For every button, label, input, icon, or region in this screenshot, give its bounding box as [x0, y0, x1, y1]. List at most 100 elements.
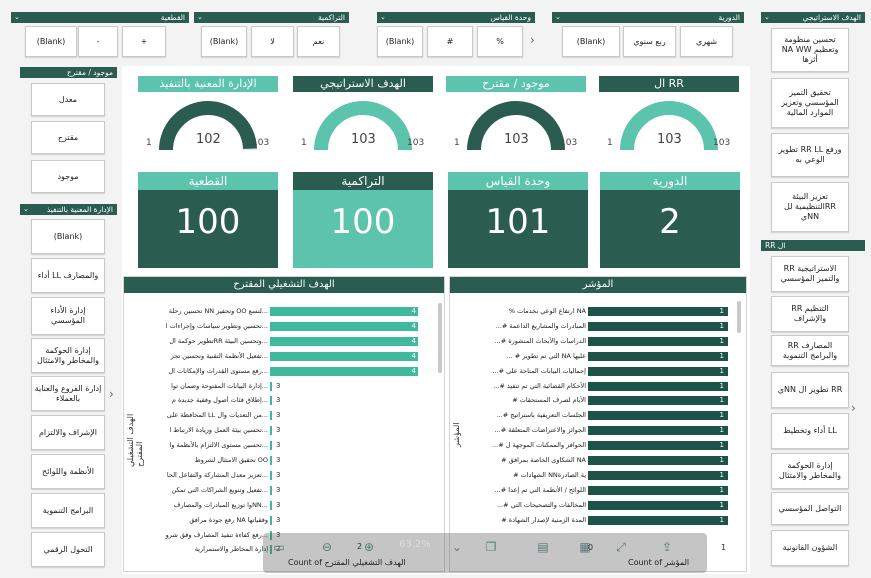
slicer-item-dept-9[interactable]: التحول الرقمي [31, 532, 105, 567]
objective-bar[interactable] [270, 441, 272, 451]
slicer-header-strategic-goal[interactable]: ⌄ الهدف الاستراتيجي [761, 12, 865, 23]
slicer-item-minus[interactable]: - [78, 26, 118, 57]
objective-bar[interactable] [270, 321, 418, 331]
slicer-item-dept-2[interactable]: والمصارف LL أداء [31, 258, 105, 293]
slicer-header-rr[interactable]: ال RR [761, 240, 865, 251]
slicer-item-blank[interactable]: (Blank) [201, 26, 247, 57]
indicator-bar[interactable] [588, 396, 728, 406]
slicer-item-dept-1[interactable]: (Blank) [31, 219, 105, 254]
indicator-bar[interactable] [588, 485, 728, 495]
expand-icon[interactable]: ⤢ [613, 539, 629, 555]
slicer-item-rr-8[interactable]: الشؤون القانونية [771, 530, 849, 566]
slicer-item-goal-2[interactable]: تحقيق التميز المؤسسي وتعزيز الموارد الما… [771, 78, 849, 128]
indicator-bar[interactable] [588, 456, 728, 465]
slicer-item-blank[interactable]: (Blank) [377, 26, 423, 57]
slicer-item-percent[interactable]: % [477, 26, 523, 57]
slicer-item-rr-3[interactable]: المصارف RR والبرامج التنموية [771, 335, 849, 366]
zoom-out-icon[interactable]: ⊖ [319, 539, 335, 555]
chevron-down-icon[interactable]: ⌄ [23, 204, 29, 215]
slicer-item-goal-4[interactable]: تعزيز البيئة RRالتنظيمية لل NNي [771, 182, 849, 232]
scrollbar[interactable] [737, 301, 741, 333]
objective-panel-title: الهدف التشغيلي المقترح [124, 277, 444, 293]
slicer-item-rr-5[interactable]: LL أداء وتخطيط [771, 413, 849, 449]
indicator-bar[interactable] [588, 351, 728, 361]
gauge-max: 103 [407, 138, 425, 148]
objective-bar[interactable] [270, 381, 272, 391]
slicer-item-modified[interactable]: معدل [31, 83, 105, 116]
chevron-down-icon[interactable]: ⌄ [764, 12, 770, 23]
slicer-item-goal-1[interactable]: تحسين منظومة وتعظيم NA WW أثرها [771, 28, 849, 72]
slicer-item-rr-2[interactable]: التنظيم RR والإشراف [771, 296, 849, 332]
slicer-header-tarakumiyya[interactable]: ⌄ التراكمية [194, 12, 349, 23]
gauge-card: موجود / مقترح 1 103 103 [446, 76, 586, 164]
slicer-item-plus[interactable]: + [122, 26, 166, 57]
indicator-bar[interactable] [588, 336, 728, 346]
slicer-item-no[interactable]: لا [251, 26, 294, 57]
objective-bar[interactable] [270, 426, 272, 436]
slicer-item-rr-6[interactable]: إدارة الحوكمة والمخاطر والامتثال [771, 453, 849, 489]
fit-icon[interactable]: ▭ [271, 539, 287, 555]
slicer-item-dept-5[interactable]: إدارة الفروع والعناية بالعملاء [31, 376, 105, 411]
indicator-bar[interactable] [588, 411, 728, 421]
slicer-header-wahdat[interactable]: ⌄ وحدة القياس [377, 12, 535, 23]
slicer-item-proposed[interactable]: مقترح [31, 121, 105, 154]
slicer-header-department[interactable]: ⌄ الإدارة المعنية بالتنفيذ [20, 204, 117, 215]
indicator-bar[interactable] [588, 307, 728, 316]
chevron-right-icon[interactable]: › [530, 33, 535, 47]
objective-bar[interactable] [270, 470, 272, 480]
indicator-bar[interactable] [588, 366, 728, 376]
objective-bar[interactable] [270, 336, 418, 346]
page-icon[interactable]: ▤ [535, 539, 551, 555]
objective-row-label: إدارة المخاطر والاستمرارية [194, 545, 268, 554]
objective-bar[interactable] [270, 396, 272, 406]
chevron-down-icon[interactable]: ⌄ [555, 12, 561, 23]
indicator-bar[interactable] [588, 426, 728, 436]
zoom-in-icon[interactable]: ⊕ [361, 539, 377, 555]
chevron-right-icon[interactable]: › [109, 387, 114, 401]
objective-bar[interactable] [270, 515, 272, 525]
slicer-item-yes[interactable]: نعم [297, 26, 340, 57]
slicer-item-blank[interactable]: (Blank) [25, 26, 77, 57]
slicer-item-dept-3[interactable]: إدارة الأداء المؤسسي [31, 297, 105, 335]
slicer-item-dept-6[interactable]: الإشراف والالتزام [31, 415, 105, 450]
slicer-item-rr-4[interactable]: RR تطوير ال NNي [771, 372, 849, 408]
slicer-item-blank[interactable]: (Blank) [562, 26, 620, 57]
indicator-bar[interactable] [588, 470, 728, 480]
chevron-down-icon[interactable]: ⌄ [197, 12, 203, 23]
indicator-row-label: الأحكام القضائية التي تم تنفيذ #... [493, 381, 586, 390]
slicer-item-rr-7[interactable]: التواصل المؤسسي [771, 492, 849, 525]
slicer-header-qatiyya[interactable]: ⌄ القطعية [11, 12, 189, 23]
slicer-item-quarterly[interactable]: ربع سنوي [623, 26, 676, 57]
objective-bar[interactable] [270, 500, 272, 510]
chevron-down-icon[interactable]: ⌄ [14, 12, 20, 23]
chevron-down-icon[interactable]: ⌄ [449, 539, 465, 555]
slicer-header-existing[interactable]: موجود / مقترح [20, 67, 117, 78]
slicer-item-monthly[interactable]: شهري [680, 26, 733, 57]
indicator-bar[interactable] [588, 321, 728, 331]
slicer-item-goal-3[interactable]: ورفع RR LL تطوير الوعي به [771, 133, 849, 177]
objective-bar[interactable] [270, 366, 418, 376]
chevron-right-icon[interactable]: › [851, 401, 856, 415]
copy-icon[interactable]: ❐ [483, 539, 499, 555]
indicator-bar[interactable] [588, 381, 728, 391]
slicer-item-dept-4[interactable]: إدارة الحوكمة والمخاطر والامتثال [31, 338, 105, 373]
slicer-header-dawriyya[interactable]: ⌄ الدورية [552, 12, 744, 23]
slicer-item-dept-7[interactable]: الأنظمة واللوائح [31, 454, 105, 489]
objective-row-label: ...إدارة البيانات المفتوحة وضمان توا [171, 381, 268, 390]
chevron-down-icon[interactable]: ⌄ [380, 12, 386, 23]
slicer-item-count[interactable]: # [427, 26, 473, 57]
objective-bar[interactable] [270, 456, 272, 465]
share-icon[interactable]: ⇪ [659, 539, 675, 555]
slicer-item-existing[interactable]: موجود [31, 160, 105, 193]
slicer-item-dept-8[interactable]: البرامج التنموية [31, 493, 105, 528]
indicator-bar-value: 1 [719, 381, 724, 390]
objective-bar[interactable] [270, 307, 418, 316]
objective-bar[interactable] [270, 411, 272, 421]
objective-bar[interactable] [270, 485, 272, 495]
objective-bar[interactable] [270, 351, 418, 361]
indicator-bar[interactable] [588, 515, 728, 525]
slicer-item-rr-1[interactable]: الاستراتيجية RR والتميز المؤسسي [771, 256, 849, 292]
scrollbar[interactable] [438, 303, 442, 373]
indicator-bar[interactable] [588, 500, 728, 510]
indicator-bar[interactable] [588, 441, 728, 451]
